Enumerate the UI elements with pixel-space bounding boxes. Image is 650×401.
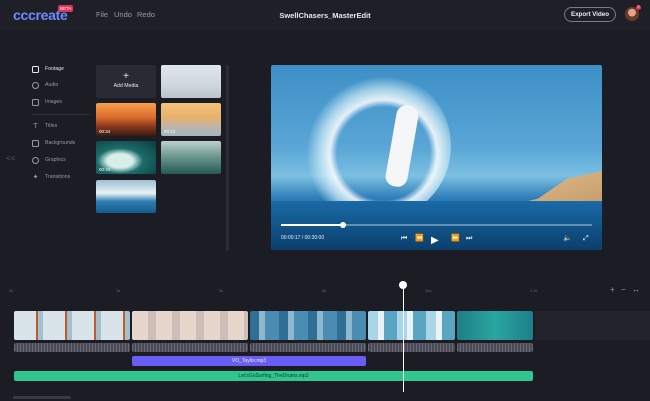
plus-icon: + bbox=[123, 71, 129, 82]
images-icon bbox=[32, 98, 39, 106]
graphics-icon bbox=[32, 156, 39, 164]
sidebar-item-label: Graphics bbox=[45, 157, 66, 163]
clip-audio-waveform[interactable] bbox=[250, 343, 366, 352]
clip-duration: 00:34 bbox=[99, 129, 111, 134]
media-scrollbar[interactable] bbox=[226, 65, 229, 251]
sidebar-item-backgrounds[interactable]: Backgrounds bbox=[32, 138, 92, 148]
skip-end-icon[interactable]: ⏭ bbox=[466, 235, 472, 243]
ruler-tick: 5s bbox=[322, 288, 327, 293]
clip-audio-waveform[interactable] bbox=[368, 343, 455, 352]
playhead-line bbox=[403, 288, 404, 392]
playback-progress-fill bbox=[281, 224, 344, 226]
sidebar-item-transitions[interactable]: ✦ Transitions bbox=[32, 172, 92, 182]
music-clip[interactable]: Let'sGoSurfing_TheDrums.mp3 bbox=[14, 371, 533, 381]
video-clip[interactable] bbox=[368, 311, 455, 340]
video-clip[interactable] bbox=[250, 311, 366, 340]
zoom-in-button[interactable]: + bbox=[610, 285, 615, 294]
skip-start-icon[interactable]: ⏮ bbox=[401, 235, 407, 243]
clip-duration: 00:12 bbox=[164, 129, 176, 134]
sidebar-divider bbox=[32, 114, 90, 115]
fast-forward-icon[interactable]: ⏩ bbox=[451, 235, 460, 243]
ruler-tick: 10s bbox=[425, 288, 432, 293]
top-bar: cccreate BETA File Undo Redo SwellChaser… bbox=[0, 0, 650, 30]
playback-time: 00:00:17 / 00:30:00 bbox=[281, 235, 325, 241]
sidebar-item-label: Images bbox=[45, 99, 63, 105]
rewind-icon[interactable]: ⏪ bbox=[415, 235, 424, 243]
sidebar-item-audio[interactable]: Audio bbox=[32, 80, 92, 90]
video-preview[interactable]: 00:00:17 / 00:30:00 ⏮ ⏪ ▶ ⏩ ⏭ 🔈 ⤢ bbox=[271, 65, 602, 250]
sidebar-item-label: Transitions bbox=[45, 174, 71, 180]
zoom-out-button[interactable]: − bbox=[621, 285, 626, 294]
backgrounds-icon bbox=[32, 139, 39, 147]
playback-progress-bar[interactable] bbox=[281, 222, 592, 228]
project-title: SwellChasers_MasterEdit bbox=[279, 11, 371, 20]
fullscreen-icon[interactable]: ⤢ bbox=[583, 235, 589, 243]
titles-icon: T bbox=[33, 122, 38, 130]
media-thumbnail[interactable]: 00:44 bbox=[96, 141, 156, 174]
playhead-handle[interactable] bbox=[399, 281, 407, 289]
ruler-tick: 1:10 bbox=[530, 288, 538, 293]
play-icon[interactable]: ▶ bbox=[431, 236, 439, 246]
add-media-label: Add Media bbox=[113, 83, 139, 89]
media-thumbnail[interactable] bbox=[161, 141, 221, 174]
video-clip[interactable] bbox=[14, 311, 130, 340]
clip-audio-waveform[interactable] bbox=[457, 343, 533, 352]
media-thumbnail[interactable] bbox=[161, 65, 221, 98]
timeline-scrollbar[interactable] bbox=[13, 396, 71, 399]
collapse-sidebar-button[interactable]: << bbox=[6, 154, 15, 163]
video-clip[interactable] bbox=[132, 311, 248, 340]
add-media-button[interactable]: + Add Media bbox=[96, 65, 156, 98]
voiceover-clip[interactable]: VO_Taylor.mp3 bbox=[132, 356, 366, 366]
video-track-empty bbox=[535, 311, 650, 340]
notification-badge: 2 bbox=[636, 5, 641, 10]
timeline-ruler[interactable]: 0s 1s 3s 5s 10s 1:10 bbox=[0, 283, 650, 299]
sidebar-item-label: Footage bbox=[45, 66, 65, 72]
export-video-button[interactable]: Export Video bbox=[564, 7, 616, 22]
media-thumbnail[interactable]: 00:34 bbox=[96, 103, 156, 136]
sidebar-item-titles[interactable]: T Titles bbox=[32, 121, 92, 131]
media-thumbnail[interactable]: 00:12 bbox=[161, 103, 221, 136]
media-thumbnail[interactable] bbox=[96, 180, 156, 213]
clip-audio-waveform[interactable] bbox=[14, 343, 130, 352]
preview-wave bbox=[301, 71, 451, 221]
ruler-tick: 0s bbox=[9, 288, 14, 293]
video-clip[interactable] bbox=[457, 311, 533, 340]
transitions-icon: ✦ bbox=[32, 173, 39, 181]
sidebar-item-images[interactable]: Images bbox=[32, 97, 92, 107]
sidebar-item-label: Backgrounds bbox=[45, 140, 76, 146]
fit-timeline-button[interactable]: ↔ bbox=[632, 285, 640, 294]
ruler-tick: 1s bbox=[116, 288, 121, 293]
clip-audio-waveform[interactable] bbox=[132, 343, 248, 352]
sidebar-item-footage[interactable]: Footage bbox=[32, 64, 92, 74]
ruler-tick: 3s bbox=[219, 288, 224, 293]
sidebar-item-graphics[interactable]: Graphics bbox=[32, 155, 92, 165]
sidebar-item-label: Audio bbox=[45, 82, 59, 88]
volume-icon[interactable]: 🔈 bbox=[563, 235, 572, 243]
audio-icon bbox=[32, 81, 39, 89]
clip-duration: 00:44 bbox=[99, 167, 111, 172]
sidebar-item-label: Titles bbox=[45, 123, 58, 129]
footage-icon bbox=[32, 65, 39, 73]
